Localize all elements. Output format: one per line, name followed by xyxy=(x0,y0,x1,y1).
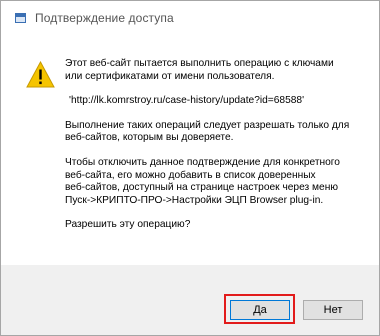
access-confirmation-dialog: Подтверждение доступа Этот веб-сайт пыта… xyxy=(0,0,380,336)
message-url: 'http://lk.komrstroy.ru/case-history/upd… xyxy=(69,95,305,107)
title-bar[interactable]: Подтверждение доступа xyxy=(1,1,379,35)
message-area: Этот веб-сайт пытается выполнить операци… xyxy=(65,58,365,232)
message-disable-instructions: Чтобы отключить данное подтверждение для… xyxy=(65,156,340,206)
message-trust-advice: Выполнение таких операций следует разреш… xyxy=(65,119,350,144)
window-title: Подтверждение доступа xyxy=(35,11,174,25)
button-bar: Да Нет xyxy=(1,265,379,335)
no-button[interactable]: Нет xyxy=(303,300,363,320)
message-question: Разрешить эту операцию? xyxy=(65,219,191,231)
yes-button[interactable]: Да xyxy=(230,300,290,320)
window-icon xyxy=(15,13,26,23)
dialog-content: Этот веб-сайт пытается выполнить операци… xyxy=(1,35,379,265)
message-operation: Этот веб-сайт пытается выполнить операци… xyxy=(65,58,334,82)
warning-icon xyxy=(26,61,55,88)
